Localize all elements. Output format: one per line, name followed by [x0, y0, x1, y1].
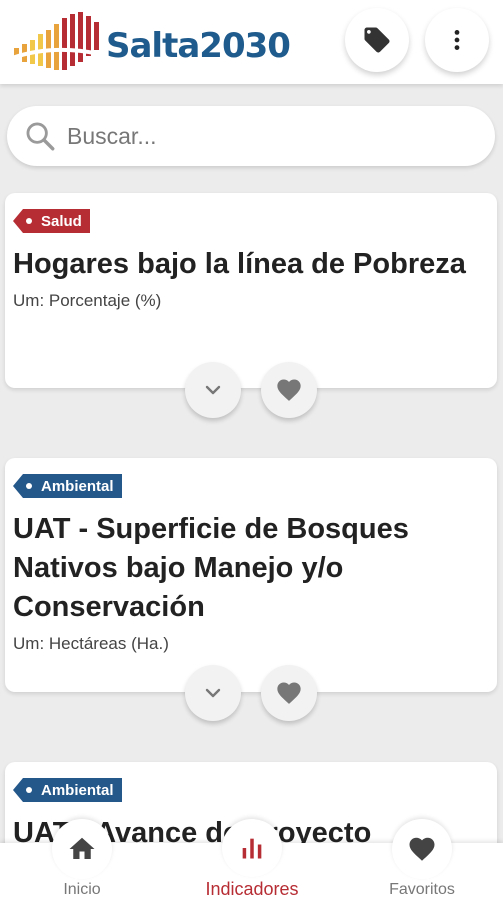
category-badge: Ambiental — [13, 778, 122, 802]
favorite-button[interactable] — [261, 362, 317, 418]
heart-icon — [409, 837, 435, 861]
tags-button[interactable] — [345, 8, 409, 72]
app-header: Salta2030 — [0, 0, 503, 84]
indicator-card[interactable]: Salud Hogares bajo la línea de Pobreza U… — [5, 193, 497, 388]
logo-text: Salta2030 — [106, 26, 291, 66]
chevron-down-icon — [205, 385, 221, 395]
nav-item-indicadores[interactable]: Indicadores — [196, 819, 308, 900]
indicator-unit: Um: Porcentaje (%) — [13, 291, 162, 310]
nav-item-inicio[interactable]: Inicio — [52, 819, 112, 900]
nav-bubble — [392, 819, 452, 879]
favorite-button[interactable] — [261, 665, 317, 721]
search-bar[interactable] — [7, 106, 495, 166]
more-vertical-icon — [454, 30, 460, 50]
indicator-card[interactable]: Ambiental UAT - Superficie de Bosques Na… — [5, 458, 497, 692]
home-icon — [69, 837, 95, 859]
heart-icon — [277, 682, 301, 704]
more-options-button[interactable] — [425, 8, 489, 72]
nav-bubble — [52, 819, 112, 879]
nav-item-favoritos[interactable]: Favoritos — [380, 819, 464, 900]
logo-bars-icon — [12, 12, 101, 70]
nav-label-favoritos: Favoritos — [389, 881, 455, 898]
bar-chart-icon — [242, 838, 262, 859]
search-input[interactable] — [67, 122, 467, 150]
nav-bubble — [222, 819, 282, 877]
bottom-navigation: Inicio Indicadores Favoritos — [0, 819, 503, 900]
expand-button[interactable] — [185, 362, 241, 418]
salta2030-logo: Salta2030 — [12, 10, 291, 76]
heart-icon — [277, 379, 301, 401]
tag-icon — [364, 27, 390, 53]
expand-button[interactable] — [185, 665, 241, 721]
indicator-title: Hogares bajo la línea de Pobreza — [13, 248, 466, 280]
indicator-title: UAT - Superficie de Bosques Nativos bajo… — [13, 513, 409, 623]
nav-label-inicio: Inicio — [63, 881, 101, 898]
category-badge: Ambiental — [13, 474, 122, 498]
nav-label-indicadores: Indicadores — [205, 879, 299, 899]
chevron-down-icon — [205, 688, 221, 698]
category-badge: Salud — [13, 209, 90, 233]
search-icon — [26, 122, 55, 151]
indicator-unit: Um: Hectáreas (Ha.) — [13, 634, 169, 653]
